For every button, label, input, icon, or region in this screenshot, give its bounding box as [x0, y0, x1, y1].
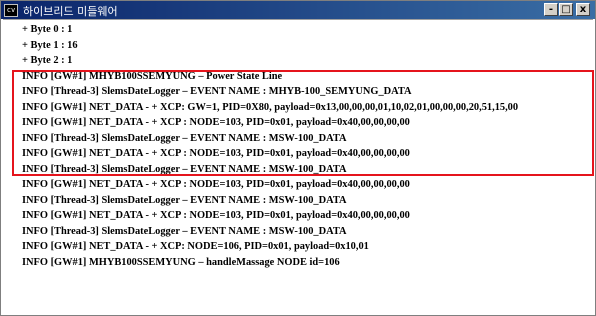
minimize-button[interactable]: - [544, 3, 558, 16]
window-title: 하이브리드 미들웨어 [23, 5, 118, 18]
log-line: + Byte 0 : 1 [22, 24, 73, 35]
highlight-box [12, 70, 594, 176]
console-app-icon[interactable]: cv [4, 4, 18, 17]
log-line: + Byte 1 : 16 [22, 39, 78, 51]
log-line: INFO [GW#1] NET_DATA - + XCP: NODE=106, … [22, 241, 369, 252]
close-button[interactable]: x [576, 3, 590, 16]
log-line: INFO [GW#1] NET_DATA - + XCP : NODE=103,… [22, 210, 410, 221]
maximize-button[interactable]: □ [559, 3, 573, 16]
title-bar[interactable]: cv 하이브리드 미들웨어 - □ x [1, 1, 595, 19]
log-line: INFO [GW#1] NET_DATA - + XCP : NODE=103,… [22, 179, 410, 190]
log-line: INFO [GW#1] MHYB100SSEMYUNG – handleMass… [22, 256, 340, 268]
log-line: + Byte 2 : 1 [22, 55, 73, 66]
log-line: INFO [Thread-3] SlemsDateLogger – EVENT … [22, 194, 347, 206]
log-line: INFO [Thread-3] SlemsDateLogger – EVENT … [22, 225, 347, 237]
